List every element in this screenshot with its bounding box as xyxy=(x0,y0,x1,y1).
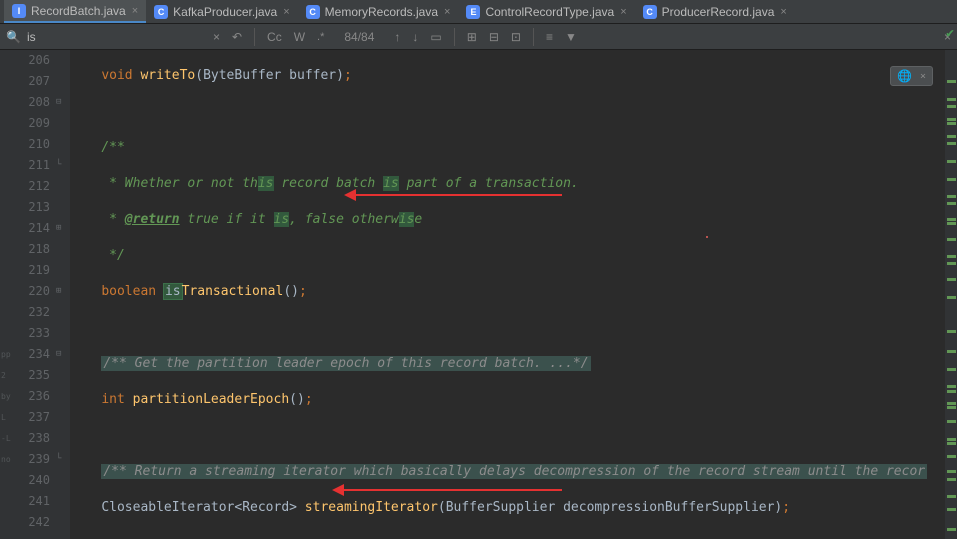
inspection-ok-icon[interactable]: ✔ xyxy=(946,26,954,41)
editor-area[interactable]: pp 2 by L -L no 206 207 208 209 210 211 … xyxy=(0,50,957,539)
tab-label: KafkaProducer.java xyxy=(173,5,277,19)
search-icon: 🔍 xyxy=(6,30,21,44)
tab-memoryrecords[interactable]: C MemoryRecords.java × xyxy=(298,0,459,23)
find-options-button[interactable]: ≡ xyxy=(542,28,557,46)
code-content[interactable]: void writeTo(ByteBuffer buffer); /** * W… xyxy=(70,50,957,539)
tab-producerrecord[interactable]: C ProducerRecord.java × xyxy=(635,0,795,23)
close-icon[interactable]: × xyxy=(920,71,926,82)
left-dock: pp 2 by L -L no xyxy=(0,50,14,539)
annotation-dot xyxy=(706,236,708,238)
fold-toggle[interactable]: ⊞ xyxy=(56,281,70,302)
tab-label: RecordBatch.java xyxy=(31,4,126,18)
regex-button[interactable]: .* xyxy=(313,29,328,45)
close-icon[interactable]: × xyxy=(132,5,138,17)
close-icon[interactable]: × xyxy=(780,6,786,18)
match-case-button[interactable]: Cc xyxy=(263,28,286,46)
close-icon[interactable]: × xyxy=(283,6,289,18)
select-occurrences-button[interactable]: ⊡ xyxy=(507,28,525,46)
find-bar: 🔍 × ↶ Cc W .* 84/84 ↑ ↓ ▭ ⊞ ⊟ ⊡ ≡ ▼ × xyxy=(0,24,957,50)
annotation-arrow xyxy=(336,489,562,491)
match-count: 84/84 xyxy=(344,30,374,44)
history-button[interactable]: ↶ xyxy=(228,28,246,46)
marker-strip[interactable] xyxy=(945,50,957,539)
java-class-icon: E xyxy=(466,5,480,19)
annotation-arrow xyxy=(348,194,562,196)
tab-label: ControlRecordType.java xyxy=(485,5,614,19)
close-icon[interactable]: × xyxy=(444,6,450,18)
tab-label: MemoryRecords.java xyxy=(325,5,438,19)
add-selection-button[interactable]: ⊞ xyxy=(463,28,481,46)
words-button[interactable]: W xyxy=(290,28,309,46)
java-class-icon: C xyxy=(643,5,657,19)
tab-label: ProducerRecord.java xyxy=(662,5,775,19)
java-class-icon: C xyxy=(306,5,320,19)
find-input[interactable] xyxy=(27,30,207,44)
prev-match-button[interactable]: ↑ xyxy=(390,28,404,46)
editor-tabs: IRecordBatch.java× CKafkaProducer.java× … xyxy=(0,0,957,24)
folded-comment[interactable]: /** Get the partition leader epoch of th… xyxy=(101,356,590,371)
filter-button[interactable]: ▼ xyxy=(561,28,581,46)
browser-widget: 🌐 × xyxy=(890,66,933,86)
tab-recordbatch[interactable]: I RecordBatch.java × xyxy=(4,0,146,23)
clear-button[interactable]: × xyxy=(209,28,224,46)
browser-icon[interactable]: 🌐 xyxy=(897,69,912,83)
close-icon[interactable]: × xyxy=(620,6,626,18)
tab-controlrecordtype[interactable]: E ControlRecordType.java × xyxy=(458,0,634,23)
fold-gutter[interactable]: ⊟ └ ⊞ ⊞ ⊟ └ xyxy=(56,50,70,539)
select-all-button[interactable]: ▭ xyxy=(426,28,445,46)
fold-toggle[interactable]: ⊟ xyxy=(56,92,70,113)
tab-kafkaproducer[interactable]: C KafkaProducer.java × xyxy=(146,0,298,23)
java-class-icon: I xyxy=(12,4,26,18)
next-match-button[interactable]: ↓ xyxy=(408,28,422,46)
remove-selection-button[interactable]: ⊟ xyxy=(485,28,503,46)
folded-comment[interactable]: /** Return a streaming iterator which ba… xyxy=(101,464,927,479)
fold-toggle[interactable]: ⊞ xyxy=(56,218,70,239)
java-class-icon: C xyxy=(154,5,168,19)
line-numbers: 206 207 208 209 210 211 212 213 214 218 … xyxy=(14,50,56,539)
fold-toggle[interactable]: ⊟ xyxy=(56,344,70,365)
